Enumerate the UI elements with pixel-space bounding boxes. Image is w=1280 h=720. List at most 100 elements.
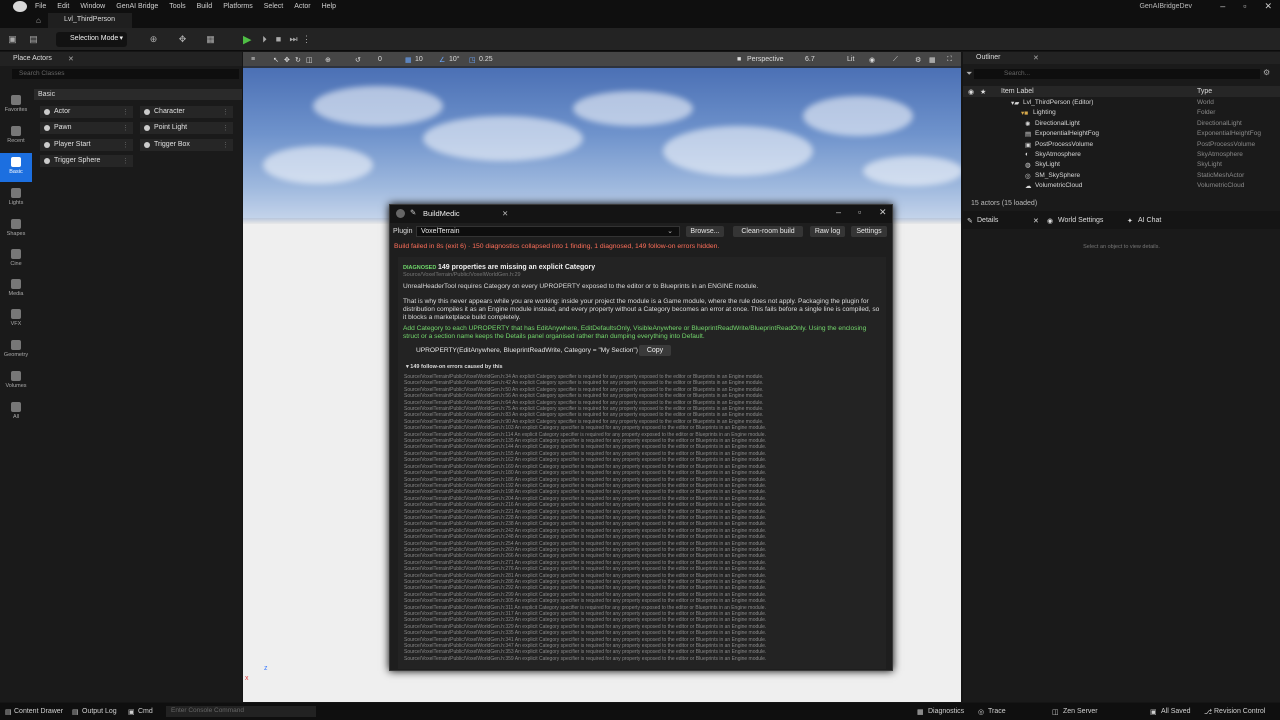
close-tab-icon[interactable]: ✕ [68,55,74,63]
blueprint-icon[interactable]: ✥ [177,34,188,45]
outliner-row[interactable]: ▾▰ Lvl_ThirdPerson (Editor) World [963,99,1280,109]
close-tab-icon[interactable]: ✕ [1033,217,1039,225]
select-icon[interactable]: ↖ [273,56,279,64]
search-classes-input[interactable]: Search Classes [12,69,239,79]
tab-world-settings[interactable]: World Settings [1058,217,1103,224]
category-cine[interactable]: Cine [0,249,32,267]
camera-speed-value[interactable]: 6.7 [805,56,815,63]
more-options-icon[interactable]: ⋮ [301,34,312,45]
outliner-row[interactable]: ▤ ExponentialHeightFog ExponentialHeightFo… [963,130,1280,140]
menu-file[interactable]: File [35,3,46,10]
content-drawer-button[interactable]: Content Drawer [14,708,63,715]
actor-item-pawn[interactable]: Pawn ⋮ [40,122,133,134]
stop-icon[interactable]: ■ [273,34,284,45]
scale-snap-icon[interactable]: ◳ [469,56,476,64]
performance-icon[interactable]: ▦ [929,56,936,64]
console-command-input[interactable]: Enter Console Command [166,706,316,717]
actor-item-actor[interactable]: Actor ⋮ [40,106,133,118]
rotation-snap-value[interactable]: 10° [449,56,460,63]
category-shapes[interactable]: Shapes [0,219,32,237]
type-column[interactable]: Type [1197,88,1212,95]
menu-platforms[interactable]: Platforms [223,3,253,10]
category-volumes[interactable]: Volumes [0,371,32,389]
outliner-row[interactable]: ◐ SkyAtmosphere SkyAtmosphere [963,151,1280,161]
trace-dropdown[interactable]: Trace [988,708,1006,715]
maximize-viewport-icon[interactable]: ⛶ [947,56,952,64]
settings-gear-icon[interactable]: ⚙ [1263,68,1270,77]
filter-icon[interactable]: ⏷ [966,69,972,79]
cmd-dropdown[interactable]: Cmd [138,708,153,715]
actor-item-trigger-sphere[interactable]: Trigger Sphere ⋮ [40,155,133,167]
surface-snap-value[interactable]: 0 [378,56,382,63]
browse-button[interactable]: Browse... [686,226,724,237]
tab-details[interactable]: Details [977,217,998,224]
settings-button[interactable]: Settings [851,226,887,237]
minimize-icon[interactable]: – [836,207,841,217]
close-icon[interactable]: ✕ [879,207,887,218]
item-label-column[interactable]: Item Label [1001,88,1034,95]
category-vfx[interactable]: VFX [0,309,32,327]
eject-icon[interactable]: ⏭ [288,34,299,45]
save-icon[interactable]: ▣ [7,34,18,45]
menu-edit[interactable]: Edit [57,3,69,10]
content-icon[interactable]: ▤ [28,34,39,45]
scale-icon[interactable]: ◫ [306,56,313,64]
grid-snap-value[interactable]: 10 [415,56,423,63]
rotation-snap-icon[interactable]: ∠ [439,56,445,64]
rotate-icon[interactable]: ↻ [295,56,301,64]
outliner-row[interactable]: ◍ SkyLight SkyLight [963,161,1280,171]
raw-log-button[interactable]: Raw log [810,226,845,237]
menu-actor[interactable]: Actor [294,3,310,10]
menu-build[interactable]: Build [197,3,213,10]
play-button[interactable]: ▶ [243,33,251,46]
category-lights[interactable]: Lights [0,188,32,206]
category-favorites[interactable]: Favorites [0,95,32,113]
view-mode-dropdown[interactable]: Lit [847,56,854,63]
show-flags-icon[interactable]: ◉ [869,56,875,64]
home-icon[interactable]: ⌂ [36,16,41,25]
cinematics-icon[interactable]: ▦ [205,34,216,45]
menu-select[interactable]: Select [264,3,283,10]
settings-gear-icon[interactable]: ⚙ [915,56,921,64]
plugin-select[interactable]: VoxelTerrain ⌄ [416,226,680,237]
zen-server-button[interactable]: Zen Server [1063,708,1098,715]
close-tab-icon[interactable]: ✕ [1033,54,1039,62]
outliner-row[interactable]: ▣ PostProcessVolume PostProcessVolume [963,141,1280,151]
maximize-icon[interactable]: ▫ [1243,1,1246,12]
outliner-search-input[interactable]: Search... [974,69,1260,79]
minimize-icon[interactable]: – [1220,1,1225,12]
maximize-icon[interactable]: ▫ [858,207,861,217]
output-log-button[interactable]: Output Log [82,708,117,715]
clean-room-build-button[interactable]: Clean-room build [733,226,803,237]
actor-item-character[interactable]: Character ⋮ [140,106,233,118]
actor-item-trigger-box[interactable]: Trigger Box ⋮ [140,139,233,151]
globe-icon[interactable]: ⊕ [325,56,331,64]
move-icon[interactable]: ✥ [284,56,290,64]
tab-ai-chat[interactable]: AI Chat [1138,217,1161,224]
category-basic[interactable]: Basic [0,153,32,182]
scale-snap-value[interactable]: 0.25 [479,56,493,63]
menu-window[interactable]: Window [80,3,105,10]
level-tab[interactable]: Lvl_ThirdPerson [48,13,132,28]
diagnostics-button[interactable]: Diagnostics [928,708,964,715]
actor-item-player-start[interactable]: Player Start ⋮ [40,139,133,151]
actor-item-point-light[interactable]: Point Light ⋮ [140,122,233,134]
copy-button[interactable]: Copy [639,345,671,356]
menu-tools[interactable]: Tools [169,3,185,10]
hamburger-icon[interactable]: ≡ [251,56,255,63]
add-content-icon[interactable]: ⊕ [148,34,159,45]
category-geometry[interactable]: Geometry [0,340,32,358]
close-icon[interactable]: ✕ [1264,1,1272,12]
outliner-row[interactable]: ◎ SM_SkySphere StaticMeshActor [963,172,1280,182]
perspective-dropdown[interactable]: Perspective [747,56,784,63]
grid-snap-icon[interactable]: ▦ [405,56,412,64]
menu-genai-bridge[interactable]: GenAI Bridge [116,3,158,10]
category-recent[interactable]: Recent [0,126,32,144]
selection-mode-dropdown[interactable]: Selection Mode ▾ [56,32,127,47]
outliner-row[interactable]: ▾■ Lighting Folder [963,109,1280,119]
outliner-row[interactable]: ✺ DirectionalLight DirectionalLight [963,120,1280,130]
step-icon[interactable]: ⏵ [259,34,270,45]
followon-error-line[interactable]: Source/VoxelTerrain/Public/VoxelWorldGen… [404,656,884,662]
all-saved-button[interactable]: All Saved [1161,708,1191,715]
category-all[interactable]: All [0,402,32,420]
